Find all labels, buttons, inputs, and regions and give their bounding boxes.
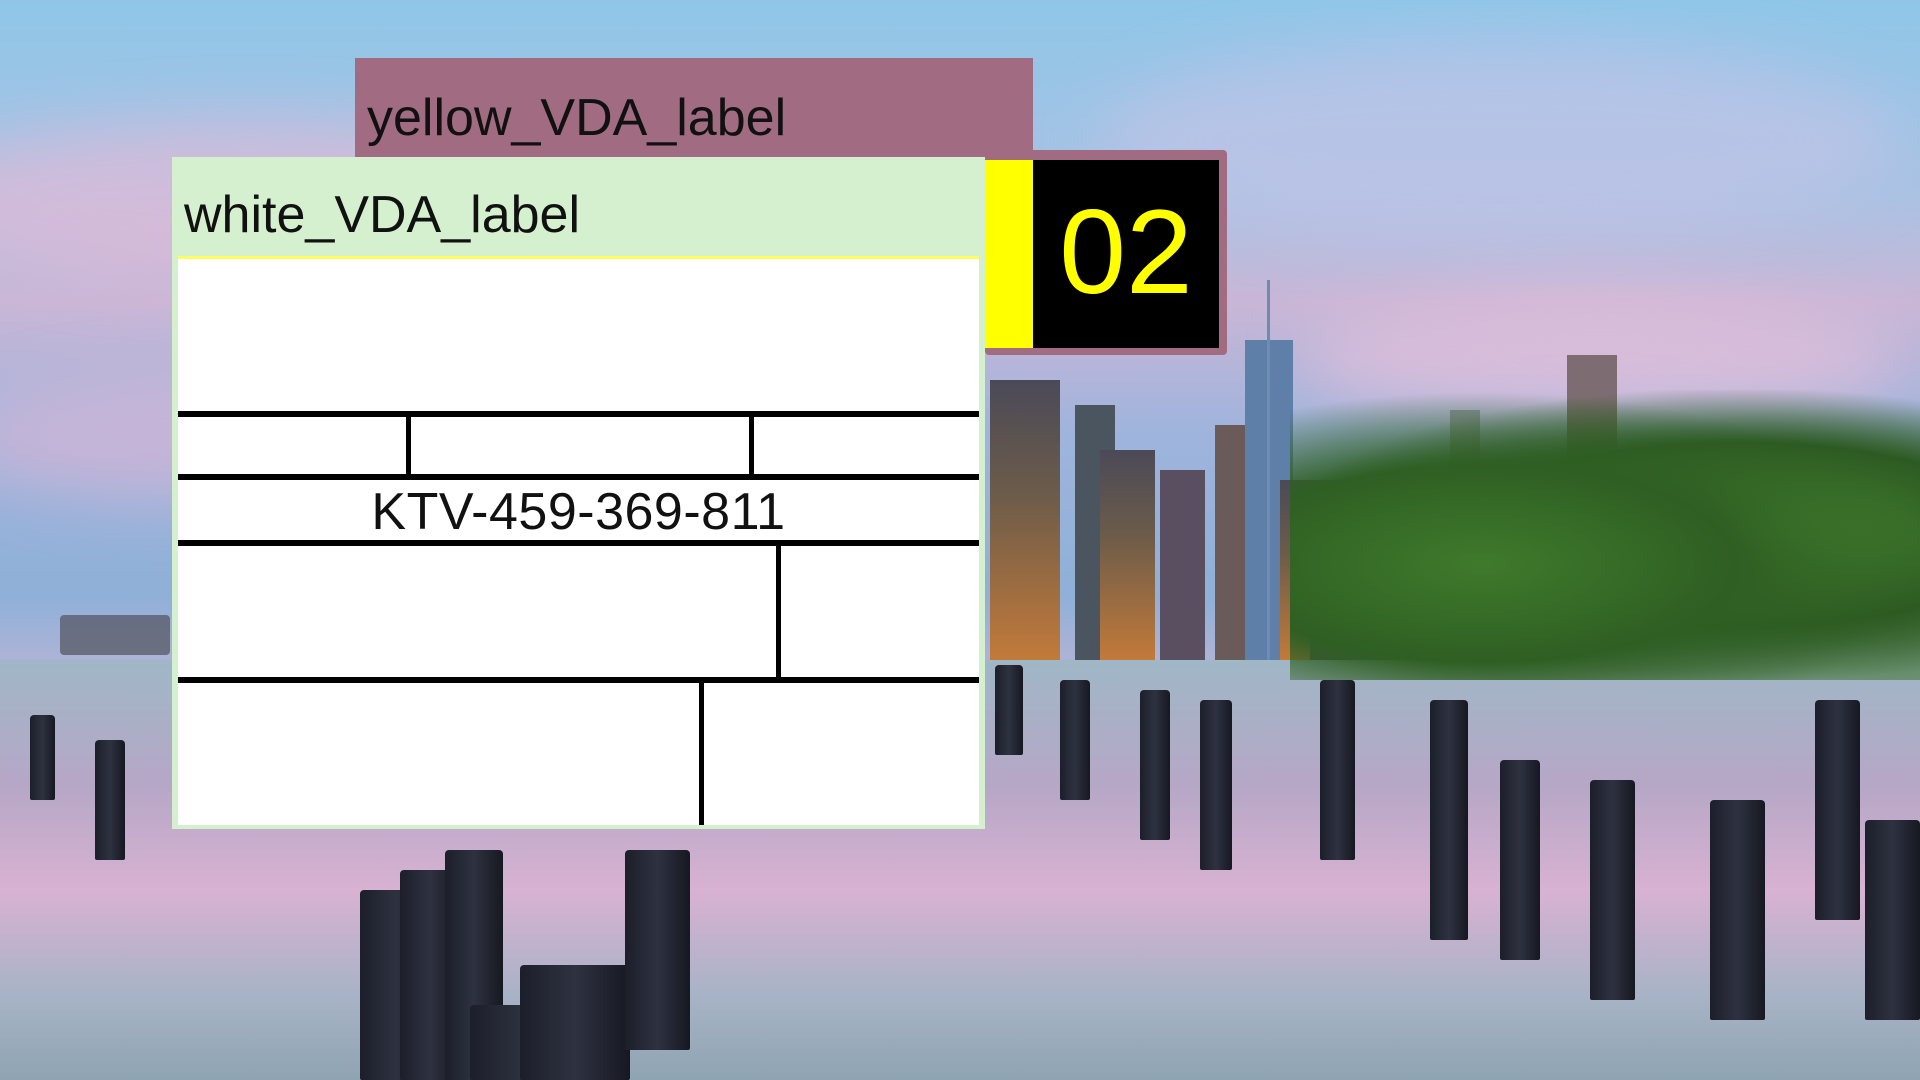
piling (1200, 700, 1232, 870)
distant-pier (60, 615, 170, 655)
piling (95, 740, 125, 860)
piling (1590, 780, 1635, 1000)
grid-line (406, 411, 411, 477)
grid-line (776, 540, 781, 680)
grid-line (178, 474, 979, 480)
park-trees (1290, 390, 1920, 680)
piling (1500, 760, 1540, 960)
piling (1815, 700, 1860, 920)
yellow-vda-label-title: yellow_VDA_label (367, 89, 787, 147)
piling (625, 850, 690, 1050)
white-vda-label-title: white_VDA_label (184, 186, 581, 244)
piling (995, 665, 1023, 755)
piling (1140, 690, 1170, 840)
label-number: 02 (1059, 185, 1193, 319)
tracking-code: KTV-459-369-811 (371, 483, 786, 541)
number-box: 02 (1033, 160, 1219, 348)
piling (1320, 680, 1355, 860)
grid-line (178, 540, 979, 546)
piling (1430, 700, 1468, 940)
grid-line (178, 677, 979, 683)
piling (520, 965, 630, 1080)
piling (1710, 800, 1765, 1020)
vda-label-card: KTV-459-369-811 (178, 256, 979, 825)
piling (1865, 820, 1920, 1020)
piling (30, 715, 55, 800)
grid-line (699, 677, 704, 825)
piling (1060, 680, 1090, 800)
number-yellow-strip (985, 160, 1033, 348)
grid-line (749, 411, 754, 477)
yellow-vda-label-panel: yellow_VDA_label (355, 58, 1033, 158)
grid-line (178, 411, 979, 417)
